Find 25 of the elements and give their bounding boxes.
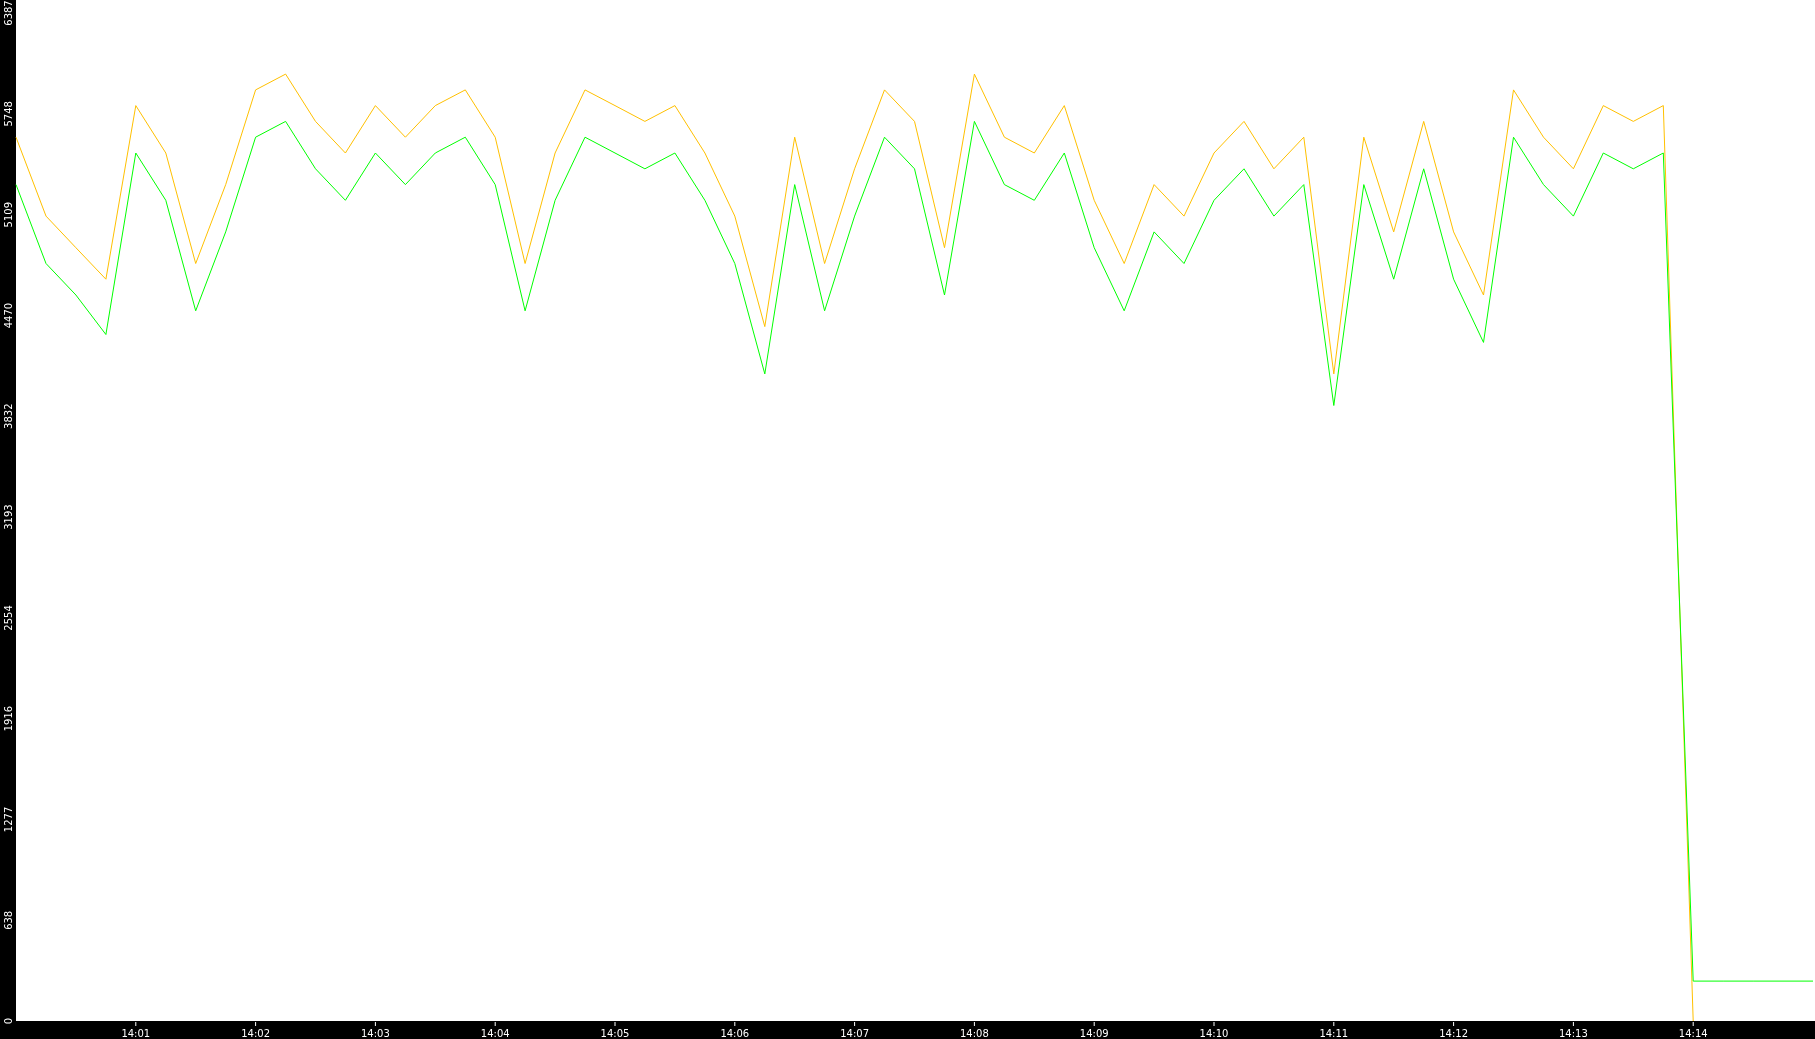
- x-tick-label: 14:08: [960, 1028, 989, 1039]
- x-tick-label: 14:11: [1319, 1028, 1349, 1039]
- y-tick-label: 0: [3, 1017, 14, 1025]
- x-tick-label: 14:02: [241, 1028, 270, 1039]
- x-tick-label: 14:04: [480, 1028, 510, 1039]
- x-tick-label: 14:03: [361, 1028, 390, 1039]
- y-tick-label: 3832: [3, 403, 14, 429]
- y-tick-label: 1277: [3, 806, 14, 833]
- x-tick-label: 14:10: [1199, 1028, 1229, 1039]
- y-tick-label: 2554: [3, 605, 14, 631]
- x-tick-label: 14:05: [600, 1028, 630, 1039]
- x-tick-label: 14:09: [1079, 1028, 1109, 1039]
- y-tick-label: 5748: [3, 101, 14, 127]
- y-tick-label: 638: [3, 910, 14, 930]
- x-tick-label: 14:14: [1678, 1028, 1708, 1039]
- x-tick-label: 14:12: [1439, 1028, 1468, 1039]
- y-tick-label: 3193: [3, 504, 14, 530]
- x-tick-label: 14:13: [1559, 1028, 1588, 1039]
- y-tick-label: 1916: [3, 705, 14, 732]
- y-tick-label: 6387: [3, 0, 14, 26]
- y-tick-label: 5109: [3, 201, 14, 228]
- x-tick-label: 14:06: [720, 1028, 750, 1039]
- y-tick-label: 4470: [3, 302, 14, 329]
- x-tick-label: 14:01: [121, 1028, 151, 1039]
- x-tick-label: 14:07: [840, 1028, 869, 1039]
